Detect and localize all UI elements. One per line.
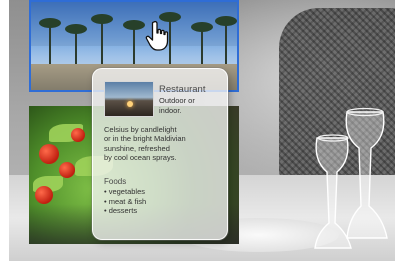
hand-pointer-icon (145, 20, 169, 51)
panel-title: Restaurant (159, 84, 206, 95)
description-line: sunshine, refreshed (104, 143, 170, 153)
food-item: desserts (104, 206, 146, 216)
restaurant-info-panel: Restaurant Outdoor or indoor. Celsius by… (92, 68, 228, 240)
wine-glasses-image (314, 107, 388, 249)
foods-heading: Foods (104, 177, 127, 186)
restaurant-photo (104, 81, 154, 117)
description-line: by cool ocean sprays. (104, 153, 177, 163)
foods-list: vegetables meat & fish desserts (104, 187, 147, 216)
food-item: vegetables (104, 187, 146, 197)
subtitle-line: indoor. (159, 105, 182, 115)
panel-description: Celsius by candlelight or in the bright … (104, 125, 224, 163)
description-line: Celsius by candlelight (104, 125, 177, 134)
panel-subtitle: Outdoor or indoor. (159, 96, 221, 115)
food-item: meat & fish (104, 197, 147, 207)
description-line: or in the bright Maldivian (104, 134, 186, 144)
subtitle-line: Outdoor or (159, 96, 195, 105)
